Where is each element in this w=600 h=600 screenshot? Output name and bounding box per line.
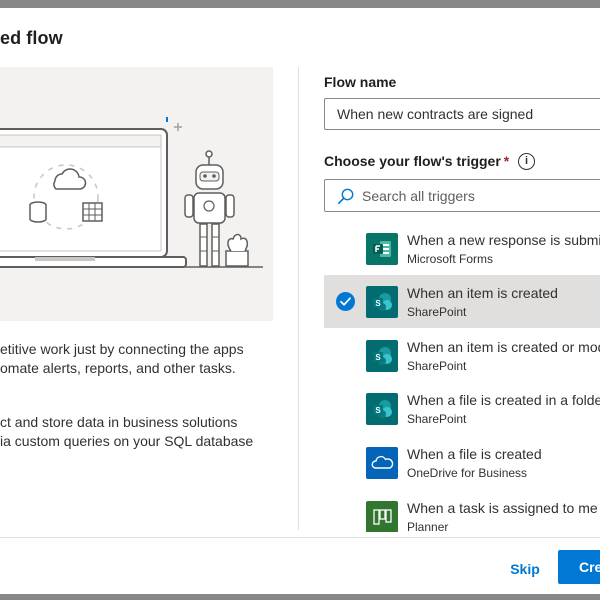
vertical-divider: [298, 67, 299, 530]
trigger-item[interactable]: S When an item is created SharePoint: [324, 275, 600, 328]
required-marker: *: [503, 153, 510, 169]
onedrive-icon: [366, 447, 398, 479]
trigger-connector: SharePoint: [407, 359, 467, 373]
checkmark-icon: [336, 292, 355, 311]
svg-text:S: S: [375, 299, 381, 308]
trigger-connector: SharePoint: [407, 412, 467, 426]
svg-text:S: S: [375, 406, 381, 415]
svg-text:S: S: [375, 353, 381, 362]
window-frame-top: [0, 0, 600, 8]
trigger-item[interactable]: When a file is created OneDrive for Busi…: [324, 436, 600, 489]
trigger-list: When a new response is submitted Microso…: [324, 222, 600, 532]
create-button[interactable]: Create: [558, 550, 600, 584]
trigger-title: When a new response is submitted: [407, 232, 600, 248]
forms-icon: [366, 233, 398, 265]
description-line: etitive work just by connecting the apps: [0, 341, 244, 357]
dialog-title: ed flow: [0, 28, 63, 48]
window-frame-bottom: [0, 594, 600, 600]
trigger-connector: Microsoft Forms: [407, 252, 494, 266]
trigger-label-text: Choose your flow's trigger: [324, 153, 501, 169]
sharepoint-icon: S: [366, 340, 398, 372]
trigger-title: When a file is created: [407, 446, 542, 462]
trigger-item[interactable]: When a new response is submitted Microso…: [324, 222, 600, 275]
trigger-title: When a task is assigned to me: [407, 500, 598, 516]
flow-name-label: Flow name: [324, 74, 397, 90]
footer-divider: [0, 537, 600, 538]
trigger-connector: OneDrive for Business: [407, 466, 528, 480]
trigger-item[interactable]: S When an item is created or modified Sh…: [324, 329, 600, 382]
planner-icon: [366, 501, 398, 532]
trigger-item[interactable]: S When a file is created in a folder Sha…: [324, 382, 600, 435]
description-line: ia custom queries on your SQL database: [0, 433, 254, 449]
description-paragraph-1: etitive work just by connecting the apps…: [0, 340, 244, 378]
trigger-item[interactable]: When a task is assigned to me Planner: [324, 490, 600, 532]
trigger-title: When an item is created: [407, 285, 558, 301]
trigger-connector: SharePoint: [407, 305, 467, 319]
search-icon: [337, 188, 354, 205]
trigger-search-input[interactable]: [362, 180, 600, 211]
info-icon[interactable]: i: [518, 153, 535, 170]
trigger-search-box[interactable]: [324, 179, 600, 212]
flow-name-input[interactable]: [324, 98, 600, 130]
sharepoint-icon: S: [366, 286, 398, 318]
trigger-connector: Planner: [407, 520, 449, 532]
skip-button[interactable]: Skip: [497, 554, 553, 584]
hero-illustration: [0, 67, 273, 321]
description-line: omate alerts, reports, and other tasks.: [0, 360, 236, 376]
trigger-title: When a file is created in a folder: [407, 392, 600, 408]
trigger-label: Choose your flow's trigger *: [324, 153, 509, 169]
description-line: ct and store data in business solutions: [0, 414, 238, 430]
description-paragraph-2: ct and store data in business solutions …: [0, 413, 253, 451]
trigger-title: When an item is created or modified: [407, 339, 600, 355]
sharepoint-icon: S: [366, 393, 398, 425]
